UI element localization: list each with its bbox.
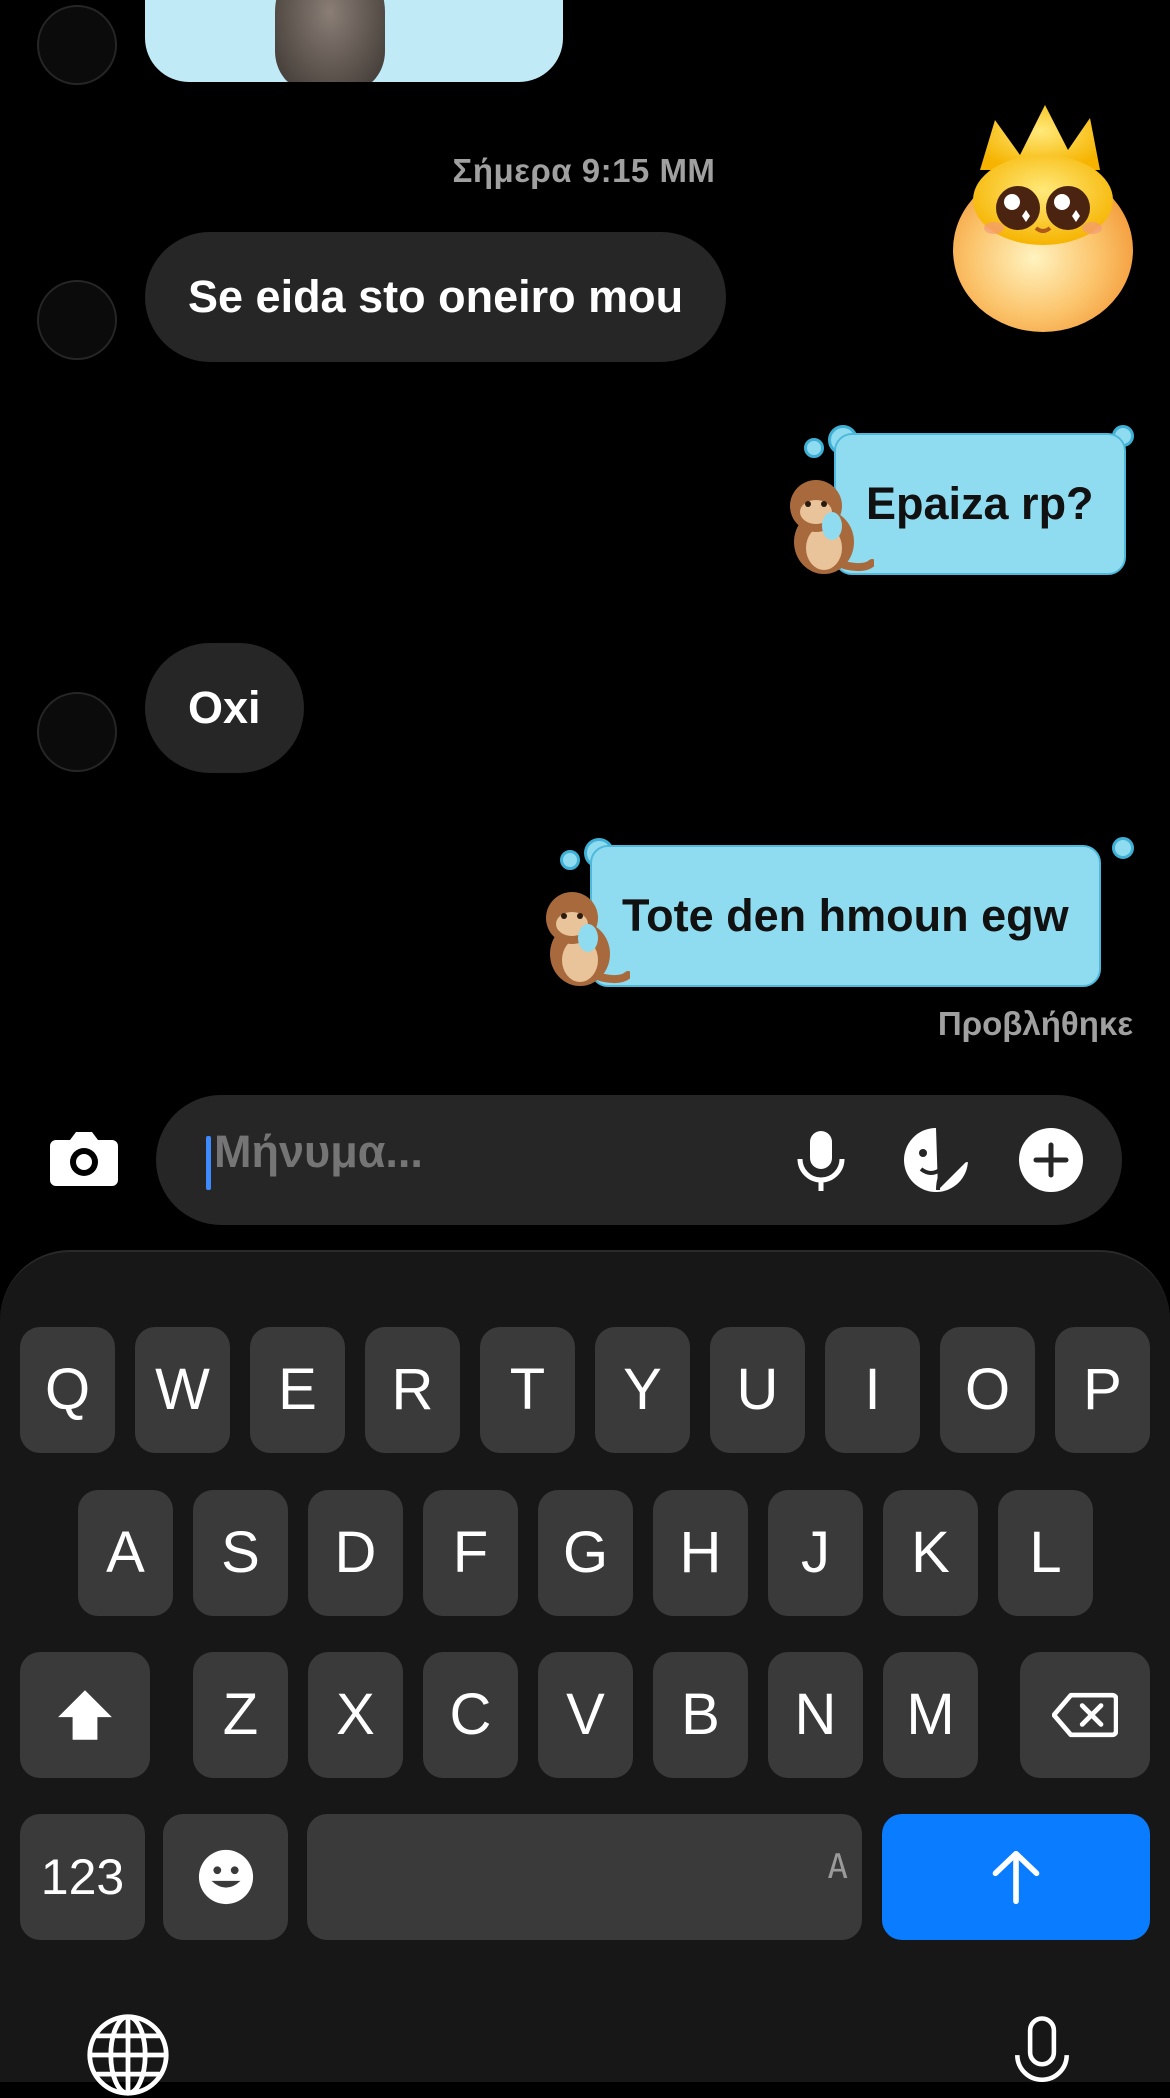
key-q[interactable]: Q [20, 1327, 115, 1453]
text-caret [206, 1136, 211, 1190]
space-language-hint: A [827, 1847, 848, 1887]
key-c[interactable]: C [423, 1652, 518, 1778]
message-input[interactable] [212, 1125, 716, 1179]
send-key[interactable] [882, 1814, 1150, 1940]
key-s[interactable]: S [193, 1490, 288, 1616]
key-j[interactable]: J [768, 1490, 863, 1616]
key-e[interactable]: E [250, 1327, 345, 1453]
sender-avatar[interactable] [37, 5, 117, 85]
message-composer[interactable] [156, 1095, 1122, 1225]
key-k[interactable]: K [883, 1490, 978, 1616]
bubble-decoration [1112, 837, 1134, 859]
backspace-key[interactable] [1020, 1652, 1150, 1778]
space-bar[interactable]: A [307, 1814, 862, 1940]
shift-icon [58, 1690, 112, 1740]
key-b[interactable]: B [653, 1652, 748, 1778]
key-p[interactable]: P [1055, 1327, 1150, 1453]
keyboard: Q W E R T Y U I O P A S D F G H J K L Z … [0, 1250, 1170, 2096]
numbers-key[interactable]: 123 [20, 1814, 145, 1940]
plus-icon[interactable] [1016, 1125, 1086, 1195]
key-r[interactable]: R [365, 1327, 460, 1453]
key-v[interactable]: V [538, 1652, 633, 1778]
key-g[interactable]: G [538, 1490, 633, 1616]
shift-key[interactable] [20, 1652, 150, 1778]
key-x[interactable]: X [308, 1652, 403, 1778]
otter-sticker-icon [546, 892, 630, 986]
key-w[interactable]: W [135, 1327, 230, 1453]
sender-avatar[interactable] [37, 280, 117, 360]
key-h[interactable]: H [653, 1490, 748, 1616]
key-a[interactable]: A [78, 1490, 173, 1616]
key-y[interactable]: Y [595, 1327, 690, 1453]
image-message[interactable] [145, 0, 563, 82]
key-i[interactable]: I [825, 1327, 920, 1453]
chick-sticker-icon [953, 105, 1133, 332]
otter-sticker-icon [790, 480, 874, 574]
key-n[interactable]: N [768, 1652, 863, 1778]
image-content [275, 0, 385, 82]
key-z[interactable]: Z [193, 1652, 288, 1778]
emoji-icon [198, 1849, 253, 1905]
sender-avatar[interactable] [37, 692, 117, 772]
key-f[interactable]: F [423, 1490, 518, 1616]
key-u[interactable]: U [710, 1327, 805, 1453]
seen-status: Προβλήθηκε [937, 1005, 1133, 1042]
key-t[interactable]: T [480, 1327, 575, 1453]
message-text: Epaiza rp? [866, 478, 1094, 529]
incoming-message-bubble[interactable]: Oxi [145, 643, 304, 773]
sticker-icon[interactable] [901, 1125, 971, 1195]
camera-icon[interactable] [48, 1128, 120, 1188]
emoji-key[interactable] [163, 1814, 288, 1940]
key-m[interactable]: M [883, 1652, 978, 1778]
message-text: Tote den hmoun egw [622, 890, 1069, 941]
key-o[interactable]: O [940, 1327, 1035, 1453]
dictation-mic-icon[interactable] [1010, 2014, 1074, 2098]
message-text: Oxi [188, 682, 261, 733]
outgoing-message-bubble[interactable]: Epaiza rp? [834, 433, 1126, 575]
backspace-icon [1051, 1692, 1119, 1738]
key-d[interactable]: D [308, 1490, 403, 1616]
key-l[interactable]: L [998, 1490, 1093, 1616]
bubble-decoration [560, 850, 580, 870]
microphone-icon[interactable] [786, 1125, 856, 1195]
outgoing-message-bubble[interactable]: Tote den hmoun egw [590, 845, 1101, 987]
send-arrow-icon [992, 1850, 1040, 1905]
message-text: Se eida sto oneiro mou [188, 271, 684, 322]
bubble-decoration [804, 438, 824, 458]
globe-icon[interactable] [85, 2012, 171, 2098]
incoming-message-bubble[interactable]: Se eida sto oneiro mou [145, 232, 727, 362]
